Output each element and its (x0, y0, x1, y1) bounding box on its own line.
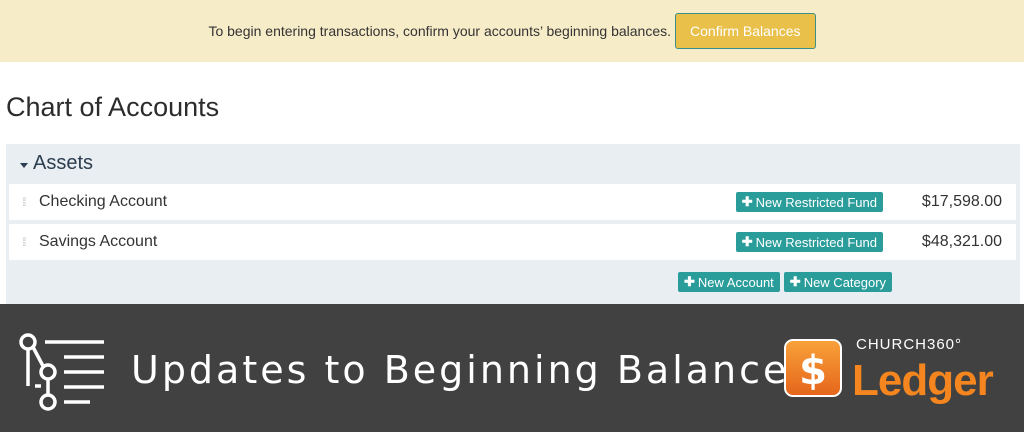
account-row-checking[interactable]: ⁞⁞ Checking Account ✚ New Restricted Fun… (9, 184, 1016, 220)
overlay-title: Updates to Beginning Balances (131, 348, 813, 392)
new-restricted-fund-button[interactable]: ✚ New Restricted Fund (735, 192, 883, 212)
confirm-balances-button[interactable]: Confirm Balances (675, 13, 816, 49)
caret-down-icon (20, 162, 28, 168)
account-balance: $48,321.00 (921, 233, 1002, 250)
account-balance: $17,598.00 (921, 193, 1002, 210)
plus-icon: ✚ (789, 274, 801, 289)
drag-handle-icon[interactable]: ⁞⁞ (22, 196, 30, 208)
account-name: Checking Account (39, 193, 168, 210)
confirm-balances-banner: To begin entering transactions, confirm … (0, 0, 1024, 62)
page-title: Chart of Accounts (6, 92, 220, 122)
button-label: New Account (697, 274, 774, 290)
timeline-list-icon (19, 333, 104, 411)
brand-name-small: CHURCH360° (856, 336, 963, 353)
account-name: Savings Account (39, 233, 158, 250)
account-row-savings[interactable]: ⁞⁞ Savings Account ✚ New Restricted Fund… (9, 224, 1016, 260)
new-account-button[interactable]: ✚ New Account (678, 272, 780, 292)
plus-icon: ✚ (684, 274, 695, 289)
assets-section-toggle[interactable]: Assets (20, 152, 93, 175)
plus-icon: ✚ (741, 234, 753, 249)
button-label: New Category (803, 274, 887, 290)
assets-panel: Assets ⁞⁞ Checking Account ✚ New Restric… (6, 144, 1020, 306)
logo-glyph: $ (799, 348, 827, 394)
banner-message: To begin entering transactions, confirm … (208, 23, 672, 39)
section-actions: ✚ New Account ✚ New Category (678, 272, 893, 292)
section-label: Assets (33, 152, 94, 174)
drag-handle-icon[interactable]: ⁞⁞ (22, 236, 30, 248)
button-label: New Restricted Fund (755, 234, 877, 250)
title-overlay: Updates to Beginning Balances $ CHURCH36… (0, 304, 1024, 432)
button-label: New Restricted Fund (755, 194, 877, 210)
new-category-button[interactable]: ✚ New Category (783, 272, 893, 292)
plus-icon: ✚ (741, 194, 753, 209)
new-restricted-fund-button[interactable]: ✚ New Restricted Fund (735, 232, 883, 252)
ledger-logo-icon: $ (784, 339, 842, 397)
brand-name-ledger: Ledger (852, 356, 994, 405)
